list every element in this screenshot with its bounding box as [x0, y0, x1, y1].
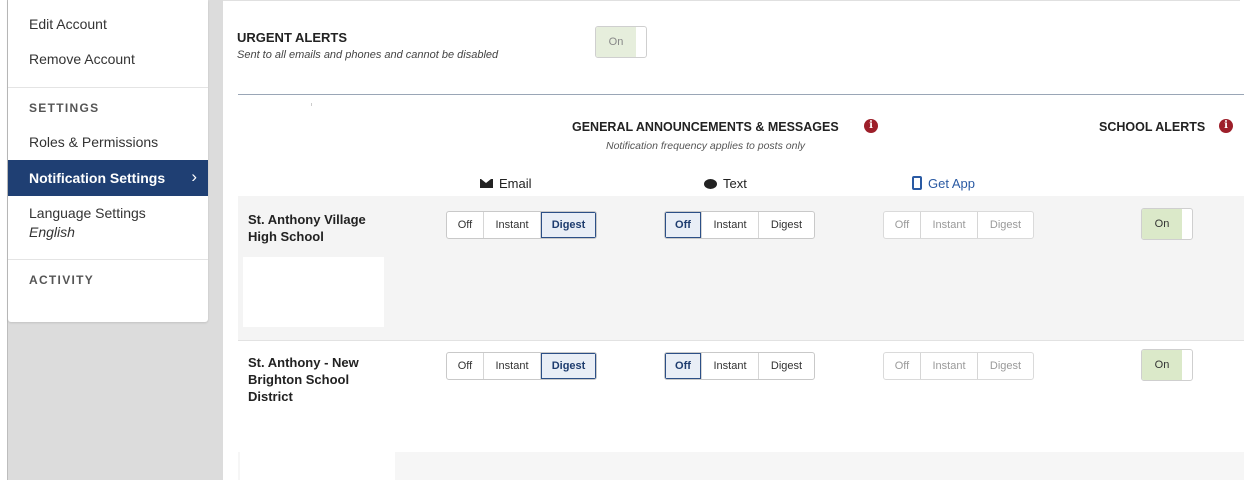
sidebar-item-notification-settings[interactable]: Notification Settings › — [8, 160, 208, 196]
school-alerts-toggle[interactable]: On — [1141, 349, 1193, 381]
sidebar-item-roles-permissions[interactable]: Roles & Permissions — [29, 134, 158, 150]
sidebar-heading-settings: SETTINGS — [29, 101, 100, 115]
window-edge — [0, 0, 8, 480]
urgent-alerts-subtitle: Sent to all emails and phones and cannot… — [237, 49, 499, 61]
app-instant-option: Instant — [921, 353, 978, 379]
email-frequency-selector: Off Instant Digest — [446, 211, 597, 239]
sidebar-item-label: Notification Settings — [29, 170, 166, 186]
section-divider — [238, 94, 1244, 95]
text-instant-option[interactable]: Instant — [702, 353, 759, 379]
app-digest-option: Digest — [989, 360, 1022, 372]
email-instant-option[interactable]: Instant — [484, 353, 541, 379]
top-border — [223, 0, 1244, 1]
sidebar-item-remove-account[interactable]: Remove Account — [29, 51, 135, 67]
urgent-alerts-toggle: On — [595, 26, 647, 58]
email-off-option[interactable]: Off — [447, 353, 484, 379]
sidebar-heading-activity[interactable]: ACTIVITY — [29, 273, 94, 287]
app-off-option: Off — [884, 353, 921, 379]
email-frequency-selector: Off Instant Digest — [446, 352, 597, 380]
general-announcements-title: GENERAL ANNOUNCEMENTS & MESSAGES — [572, 120, 839, 134]
column-email-label: Email — [499, 176, 532, 191]
school-logo-placeholder — [240, 452, 395, 480]
sidebar-item-language-settings[interactable]: Language Settings English — [29, 205, 146, 240]
chat-bubble-icon — [704, 178, 717, 189]
sidebar-divider — [8, 87, 208, 88]
app-off-option: Off — [884, 212, 921, 238]
school-alerts-info-icon[interactable]: i — [1219, 119, 1233, 133]
toggle-on-label: On — [1142, 350, 1182, 380]
get-app-link[interactable]: Get App — [912, 175, 975, 192]
mobile-phone-icon — [912, 175, 922, 190]
school-name: St. Anthony - New Brighton School Distri… — [248, 355, 359, 404]
app-frequency-selector: Off Instant Digest — [883, 352, 1034, 380]
text-frequency-selector: Off Instant Digest — [664, 211, 815, 239]
decorative-dot — [311, 103, 312, 106]
sidebar-divider — [8, 259, 208, 260]
envelope-icon — [480, 179, 493, 189]
row-divider — [238, 340, 1244, 341]
school-alerts-title: SCHOOL ALERTS — [1099, 120, 1206, 134]
app-frequency-selector: Off Instant Digest — [883, 211, 1034, 239]
email-digest-option[interactable]: Digest — [541, 212, 596, 238]
get-app-label: Get App — [928, 176, 975, 191]
app-digest-option: Digest — [989, 219, 1022, 231]
chevron-right-icon: › — [191, 167, 197, 186]
sidebar-item-label: Language Settings — [29, 205, 146, 221]
school-name: St. Anthony Village High School — [248, 212, 366, 244]
school-alerts-toggle[interactable]: On — [1141, 208, 1193, 240]
email-instant-option[interactable]: Instant — [484, 212, 541, 238]
text-frequency-selector: Off Instant Digest — [664, 352, 815, 380]
language-value: English — [29, 224, 75, 240]
text-digest-option[interactable]: Digest — [759, 353, 814, 379]
column-email: Email — [480, 176, 532, 191]
column-text-label: Text — [723, 176, 747, 191]
urgent-alerts-title: URGENT ALERTS — [237, 30, 348, 45]
general-announcements-subtitle: Notification frequency applies to posts … — [606, 140, 806, 152]
text-off-option[interactable]: Off — [665, 353, 702, 379]
toggle-on-label: On — [596, 27, 636, 57]
text-digest-option[interactable]: Digest — [759, 212, 814, 238]
email-off-option[interactable]: Off — [447, 212, 484, 238]
text-instant-option[interactable]: Instant — [702, 212, 759, 238]
sidebar: Edit Account Remove Account SETTINGS Rol… — [8, 0, 208, 322]
column-text: Text — [704, 176, 747, 191]
app-instant-option: Instant — [921, 212, 978, 238]
sidebar-item-edit-account[interactable]: Edit Account — [29, 16, 107, 32]
text-off-option[interactable]: Off — [665, 212, 702, 238]
general-info-icon[interactable]: i — [864, 119, 878, 133]
school-logo-placeholder — [243, 257, 384, 327]
email-digest-option[interactable]: Digest — [541, 353, 596, 379]
toggle-on-label: On — [1142, 209, 1182, 239]
